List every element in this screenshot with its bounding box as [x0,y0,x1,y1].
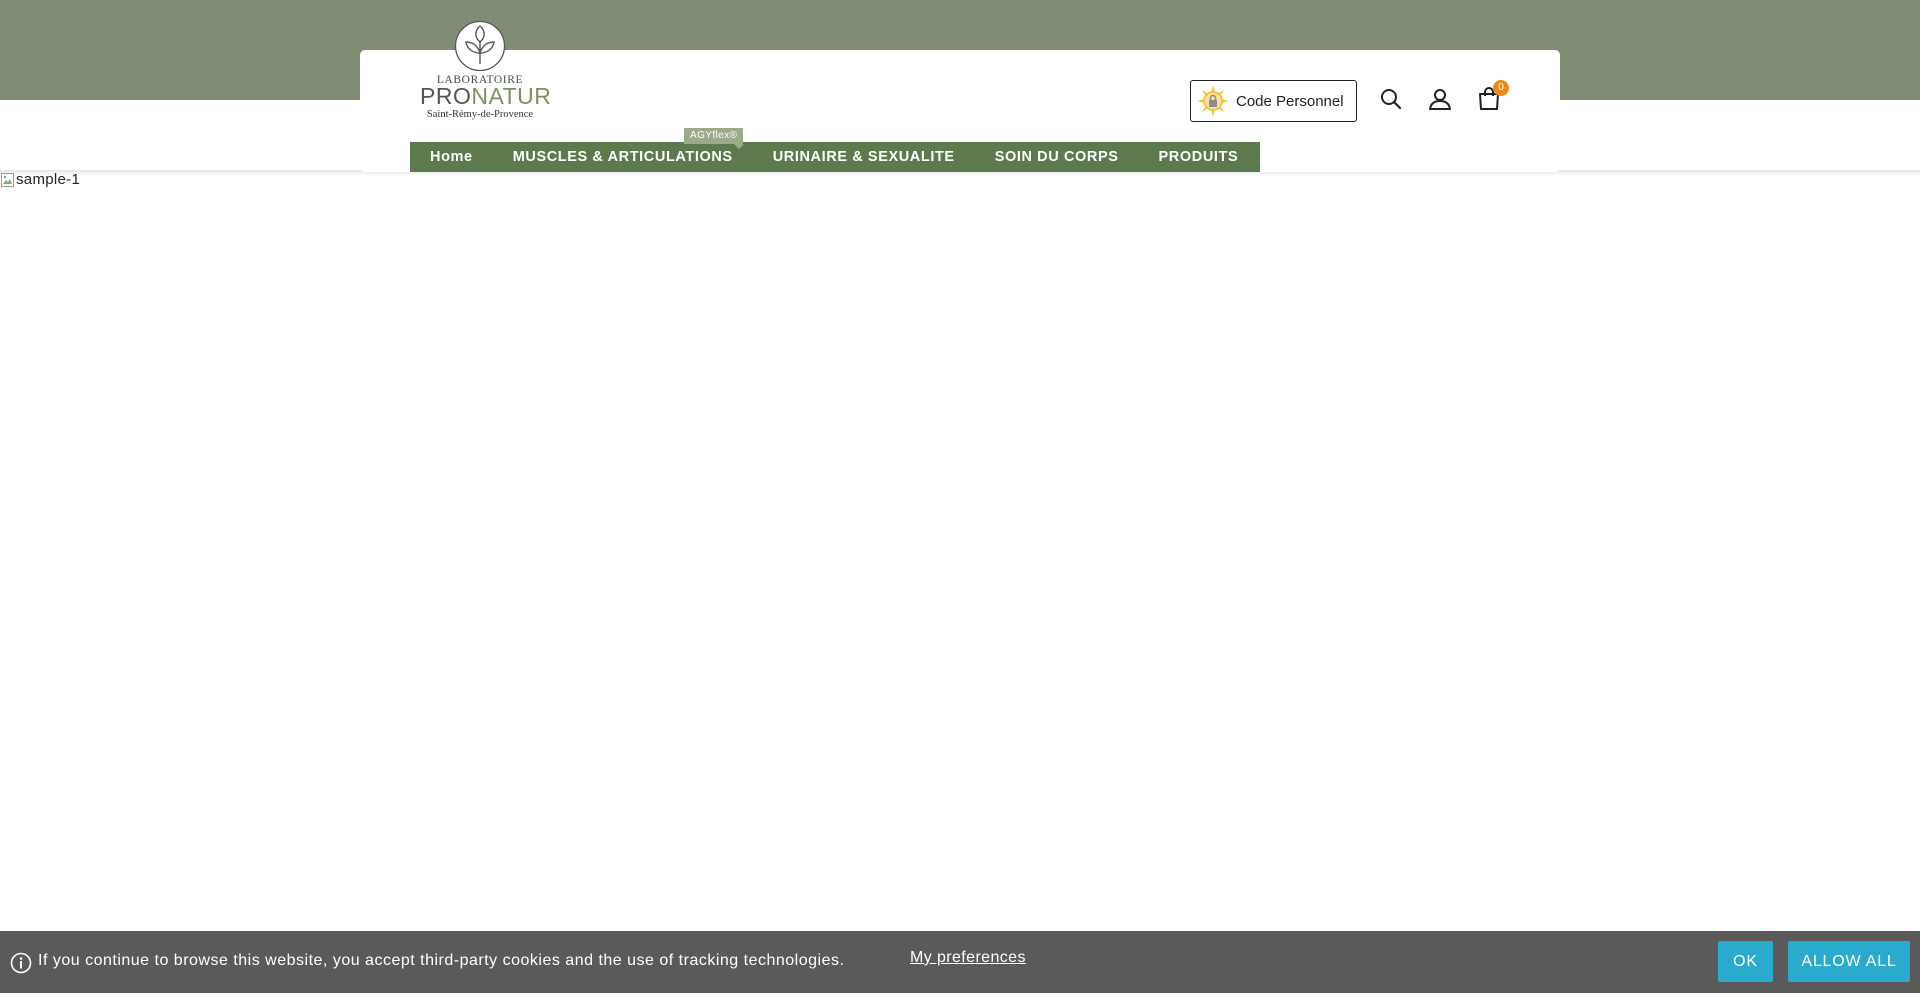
cookie-allow-all-button[interactable]: ALLOW ALL [1788,941,1910,982]
search-icon [1381,89,1402,110]
account-button[interactable] [1426,85,1454,113]
nav-item-soin-du-corps[interactable]: SOIN DU CORPS [975,142,1139,172]
nav-badge-agyflex: AGYflex® [684,128,745,149]
cookie-ok-button[interactable]: OK [1718,941,1773,982]
nav-item-urinaire-sexualite[interactable]: URINAIRE & SEXUALITE [753,142,975,172]
nav-item-produits[interactable]: PRODUITS [1139,142,1259,172]
cookie-banner: If you continue to browse this website, … [0,931,1920,993]
nav-item-muscles-articulations[interactable]: MUSCLES & ARTICULATIONS [493,142,753,172]
logo-place: Saint-Rémy-de-Provence [426,109,534,120]
hero-image-alt-text: sample-1 [16,171,81,188]
search-button[interactable] [1377,85,1405,113]
logo-brand: PRONATUR [420,83,551,109]
site-logo[interactable]: LABORATOIRE PRONATUR Saint-Rémy-de-Prove… [418,20,551,122]
main-navigation: Home MUSCLES & ARTICULATIONS URINAIRE & … [410,142,1260,172]
user-icon [1429,89,1451,110]
nav-item-home[interactable]: Home [410,142,493,172]
leaf-emblem-icon [454,20,506,72]
cookie-preferences-link[interactable]: My preferences [910,949,1026,967]
broken-image-icon [1,172,14,187]
logo-brand-natur: NATUR [471,83,552,109]
hero-image-placeholder: sample-1 [0,171,80,188]
logo-brand-pro: PRO [420,83,472,109]
info-icon [10,952,32,974]
code-personnel-button[interactable]: Code Personnel [1190,80,1357,122]
code-personnel-label: Code Personnel [1236,92,1344,110]
sun-lock-icon [1197,85,1229,117]
cookie-message: If you continue to browse this website, … [38,952,845,969]
cart-count-badge: 0 [1493,80,1509,96]
